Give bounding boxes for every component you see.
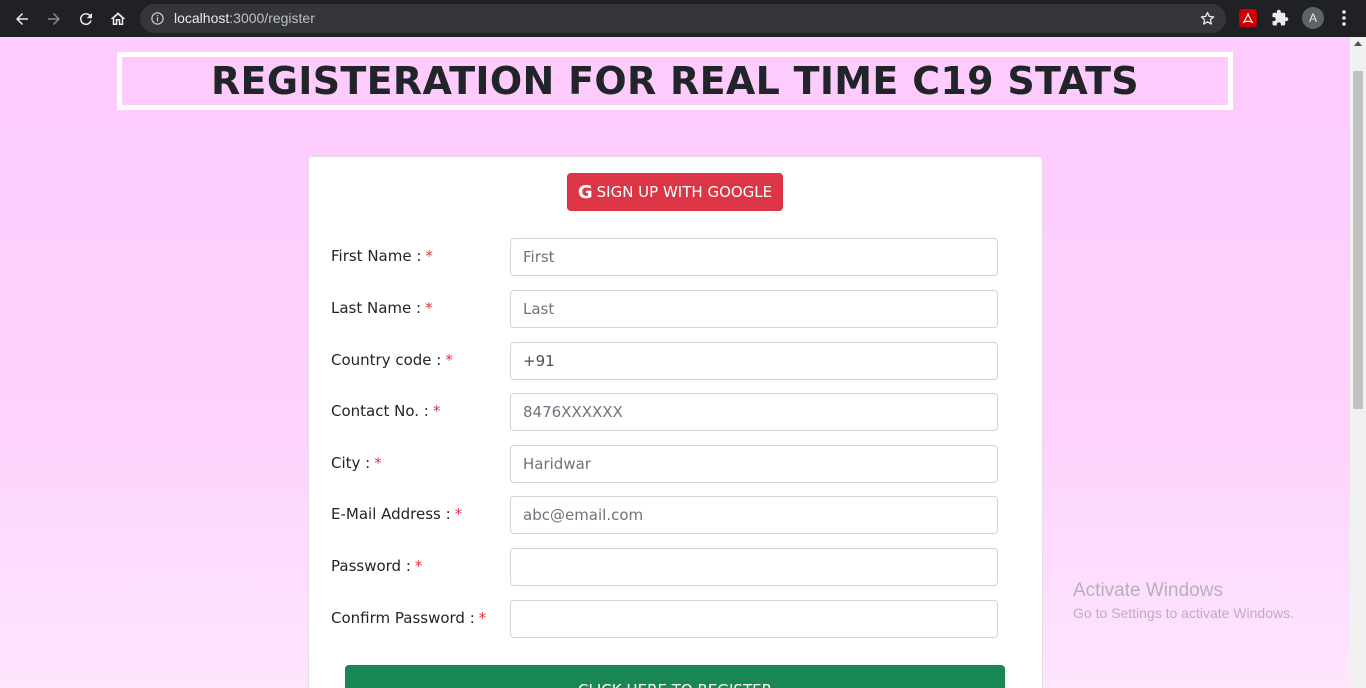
home-button[interactable] (107, 8, 129, 30)
city-row: City : * (309, 445, 1044, 483)
password-label: Password : * (331, 557, 422, 575)
contact-no-label: Contact No. : * (331, 402, 440, 420)
arrow-right-icon (48, 13, 60, 25)
required-marker: * (445, 351, 453, 369)
scrollbar[interactable] (1350, 37, 1366, 688)
last-name-row: Last Name : * (309, 290, 1044, 328)
country-code-input[interactable] (510, 342, 998, 380)
activate-windows-watermark: Activate Windows Go to Settings to activ… (1073, 580, 1294, 621)
required-marker: * (414, 557, 423, 575)
registration-card: G SIGN UP WITH GOOGLE First Name :*Last … (308, 156, 1043, 688)
contact-no-input[interactable] (510, 393, 998, 431)
first-name-input[interactable] (510, 238, 998, 276)
country-code-row: Country code : * (309, 342, 1044, 380)
required-marker: * (478, 609, 487, 627)
email-label-text: E-Mail Address : (331, 505, 451, 523)
address-bar[interactable]: localhost:3000/register (140, 4, 1226, 33)
contact-no-row: Contact No. : * (309, 393, 1044, 431)
url-host: localhost (174, 10, 230, 26)
reload-button[interactable] (75, 8, 97, 30)
email-label: E-Mail Address : * (331, 505, 462, 523)
star-icon[interactable] (1199, 10, 1216, 27)
email-input[interactable] (510, 496, 998, 534)
profile-avatar[interactable]: A (1302, 7, 1324, 29)
watermark-line1: Activate Windows (1073, 580, 1223, 601)
url-path: :3000/register (229, 10, 315, 26)
first-name-label-text: First Name : (331, 247, 422, 265)
register-button[interactable]: CLICK HERE TO REGISTER (345, 665, 1005, 688)
browser-toolbar: localhost:3000/register A (0, 0, 1366, 37)
forward-button[interactable] (43, 8, 65, 30)
country-code-label-text: Country code : (331, 351, 442, 369)
first-name-label: First Name : * (331, 247, 433, 265)
password-row: Password : * (309, 548, 1044, 586)
required-marker: * (432, 402, 441, 420)
last-name-label: Last Name : * (331, 299, 433, 317)
required-marker: * (454, 505, 463, 523)
email-row: E-Mail Address : * (309, 496, 1044, 534)
city-label-text: City : (331, 454, 371, 472)
page-title: REGISTERATION FOR REAL TIME C19 STATS (211, 59, 1139, 103)
confirm-password-row: Confirm Password : * (309, 600, 1044, 638)
pdf-extension-icon[interactable] (1239, 9, 1257, 27)
last-name-label-text: Last Name : (331, 299, 422, 317)
arrow-left-icon (16, 13, 28, 25)
last-name-input[interactable] (510, 290, 998, 328)
first-name-row: First Name : * (309, 238, 1044, 276)
info-icon[interactable] (150, 11, 165, 26)
back-button[interactable] (11, 8, 33, 30)
city-input[interactable] (510, 445, 998, 483)
password-input[interactable] (510, 548, 998, 586)
password-label-text: Password : (331, 557, 411, 575)
url-text: localhost:3000/register (174, 10, 315, 26)
contact-no-label-text: Contact No. : (331, 402, 429, 420)
google-icon: G (577, 181, 593, 203)
scroll-thumb[interactable] (1353, 71, 1363, 409)
required-marker: * (425, 247, 433, 265)
required-marker: * (374, 454, 382, 472)
required-marker: * (425, 299, 433, 317)
reload-icon (79, 13, 92, 26)
confirm-password-label: Confirm Password : * (331, 609, 486, 627)
kebab-menu-icon[interactable] (1338, 9, 1350, 27)
city-label: City : * (331, 454, 382, 472)
google-signup-button[interactable]: G SIGN UP WITH GOOGLE (567, 173, 783, 211)
confirm-password-label-text: Confirm Password : (331, 609, 475, 627)
puzzle-icon[interactable] (1271, 9, 1289, 27)
home-icon (110, 12, 126, 25)
page-title-box: REGISTERATION FOR REAL TIME C19 STATS (117, 52, 1233, 110)
watermark-line2: Go to Settings to activate Windows. (1073, 605, 1294, 621)
country-code-label: Country code : * (331, 351, 453, 369)
confirm-password-input[interactable] (510, 600, 998, 638)
google-signup-label: SIGN UP WITH GOOGLE (596, 183, 773, 201)
scroll-up-arrow-icon[interactable] (1354, 41, 1362, 46)
